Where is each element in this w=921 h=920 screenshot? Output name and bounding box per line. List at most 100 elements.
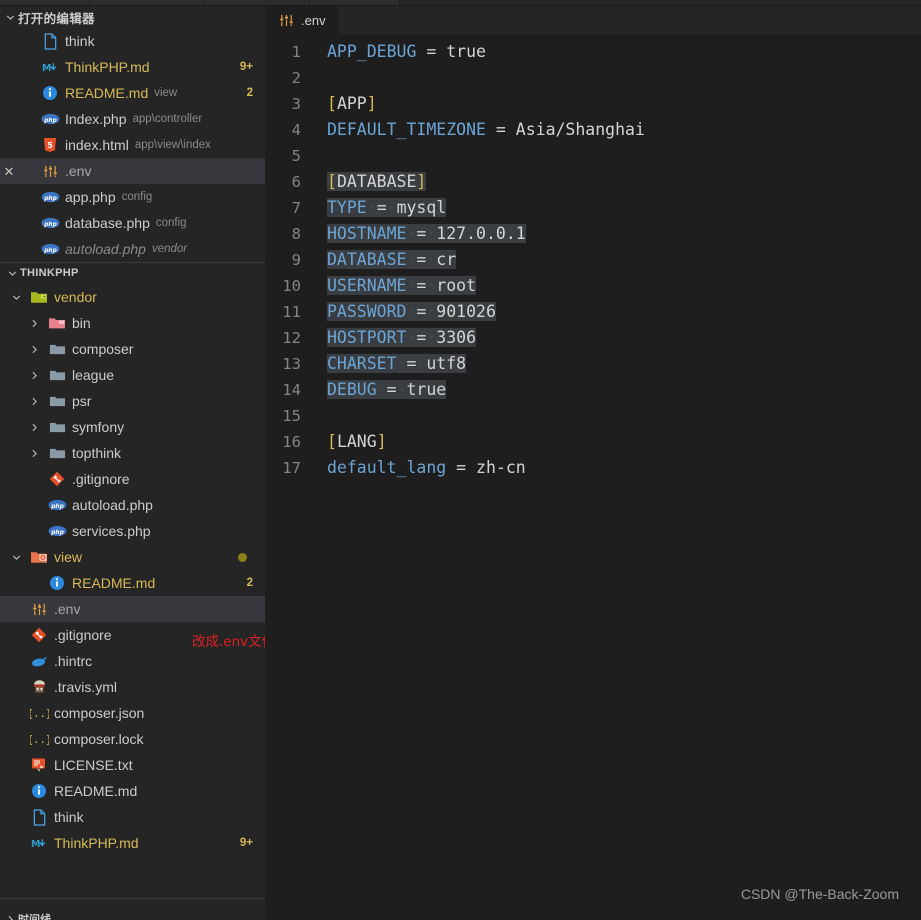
code-line[interactable]: 12 HOSTPORT·=·3306 [265, 325, 921, 351]
twisty-placeholder [8, 731, 24, 747]
tree-file-item[interactable]: README.md 2 [0, 570, 265, 596]
tree-file-item[interactable]: php services.php [0, 518, 265, 544]
open-editor-item[interactable]: php database.php config [0, 210, 265, 236]
tree-file-item[interactable]: .env [0, 596, 265, 622]
tree-folder-item[interactable]: psr [0, 388, 265, 414]
open-editor-item[interactable]: php autoload.php vendor [0, 236, 265, 262]
chevron-down-icon[interactable] [8, 549, 24, 565]
twisty-placeholder [8, 809, 24, 825]
code-token: = [446, 458, 477, 477]
code-line[interactable]: 16 [LANG] [265, 429, 921, 455]
tree-file-item[interactable]: .gitignore [0, 622, 265, 648]
open-editor-path: config [121, 191, 153, 203]
tree-file-item[interactable]: .gitignore [0, 466, 265, 492]
chevron-right-icon[interactable] [26, 393, 42, 409]
code-token: true [446, 42, 486, 61]
open-editors-header[interactable]: 打开的编辑器 [0, 6, 265, 28]
code-line[interactable]: 3 [APP] [265, 91, 921, 117]
tree-file-item[interactable]: .hintrc [0, 648, 265, 674]
open-editor-item[interactable]: php Index.php app\controller [0, 106, 265, 132]
tree-folder-item[interactable]: bin [0, 310, 265, 336]
code-token: CHARSET [327, 354, 397, 373]
timeline-section-header[interactable]: 时间线 [0, 898, 265, 920]
editor-group: .env 1 APP_DEBUG = true 2 3 [APP] 4 DEFAULT_TI… [265, 6, 921, 920]
tree-folder-item[interactable]: vendor [0, 284, 265, 310]
code-token: · [386, 198, 397, 217]
chevron-right-icon[interactable] [26, 367, 42, 383]
folder-pink-icon [47, 313, 67, 333]
tree-item-label: think [54, 809, 84, 825]
chevron-right-icon[interactable] [26, 315, 42, 331]
tree-folder-item[interactable]: topthink [0, 440, 265, 466]
code-line[interactable]: 15 [265, 403, 921, 429]
code-editor-content[interactable]: 1 APP_DEBUG = true 2 3 [APP] 4 DEFAULT_TIMEZON… [265, 35, 921, 920]
code-token: · [406, 250, 417, 269]
code-line[interactable]: 8 HOSTNAME·=·127.0.0.1 [265, 221, 921, 247]
tree-file-item[interactable]: {..} composer.json [0, 700, 265, 726]
top-strip-segment [205, 0, 310, 5]
code-line[interactable]: 13 CHARSET·=·utf8 [265, 351, 921, 377]
json-icon: {..} [29, 729, 49, 749]
tree-folder-item[interactable]: symfony [0, 414, 265, 440]
code-line[interactable]: 2 [265, 65, 921, 91]
line-number: 7 [291, 199, 301, 217]
tree-file-item[interactable]: .travis.yml [0, 674, 265, 700]
tree-file-item[interactable]: {..} composer.lock [0, 726, 265, 752]
open-editor-item[interactable]: php app.php config [0, 184, 265, 210]
open-editor-item[interactable]: think [0, 28, 265, 54]
explorer-folder-header[interactable]: THINKPHP [0, 262, 265, 284]
chevron-right-icon[interactable] [26, 341, 42, 357]
tree-file-item[interactable]: README.md [0, 778, 265, 804]
chevron-down-icon[interactable] [8, 289, 24, 305]
php-icon: php [47, 521, 67, 541]
code-line[interactable]: 7 TYPE·=·mysql [265, 195, 921, 221]
info-markdown-icon [29, 781, 49, 801]
open-editor-path: config [155, 217, 187, 229]
code-line-text: default_lang = zh-cn [327, 455, 526, 481]
open-editor-item[interactable]: README.md view 2 [0, 80, 265, 106]
code-line[interactable]: 1 APP_DEBUG = true [265, 39, 921, 65]
twisty-placeholder [8, 601, 24, 617]
tree-file-item[interactable]: think [0, 804, 265, 830]
open-editor-item[interactable]: M ThinkPHP.md 9+ [0, 54, 265, 80]
tree-folder-item[interactable]: composer [0, 336, 265, 362]
code-token: DATABASE [327, 250, 407, 269]
code-line[interactable]: 9 DATABASE·=·cr [265, 247, 921, 273]
code-line-text: PASSWORD·=·901026 [327, 299, 496, 325]
tree-item-label: topthink [72, 445, 122, 461]
tab-env[interactable]: .env [265, 6, 339, 35]
chevron-right-icon[interactable] [26, 445, 42, 461]
tree-file-item[interactable]: LICENSE.txt [0, 752, 265, 778]
open-editor-item[interactable]: ✕ .env [0, 158, 265, 184]
code-line[interactable]: 6 [DATABASE] [265, 169, 921, 195]
code-line[interactable]: 4 DEFAULT_TIMEZONE = Asia/Shanghai [265, 117, 921, 143]
code-line[interactable]: 10 USERNAME·=·root [265, 273, 921, 299]
code-line[interactable]: 11 PASSWORD·=·901026 [265, 299, 921, 325]
code-line[interactable]: 14 DEBUG·=·true [265, 377, 921, 403]
tree-file-item[interactable]: php autoload.php [0, 492, 265, 518]
code-line[interactable]: 17 default_lang = zh-cn [265, 455, 921, 481]
tree-folder-item[interactable]: view [0, 544, 265, 570]
svg-text:php: php [43, 222, 57, 228]
tree-file-item[interactable]: M ThinkPHP.md 9+ [0, 830, 265, 856]
chevron-right-icon[interactable] [26, 419, 42, 435]
code-line[interactable]: 5 [265, 143, 921, 169]
twisty-placeholder [26, 575, 42, 591]
watermark-text: CSDN @The-Back-Zoom [740, 886, 899, 902]
close-icon[interactable]: ✕ [0, 165, 18, 178]
markdown-icon: M [40, 57, 60, 77]
code-line-text: [APP] [327, 91, 377, 117]
tree-folder-item[interactable]: league [0, 362, 265, 388]
twisty-placeholder [8, 835, 24, 851]
open-editor-item[interactable]: 5 index.html app\view\index [0, 132, 265, 158]
